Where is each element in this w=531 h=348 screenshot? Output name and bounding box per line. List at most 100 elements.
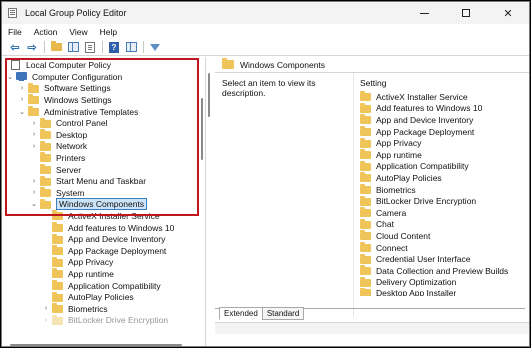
menu-help[interactable]: Help [100,27,117,37]
folder-icon [360,102,372,113]
folder-icon [360,276,372,287]
setting-label: Camera [376,207,407,218]
tree-item-label: Application Compatibility [68,280,161,291]
menu-view[interactable]: View [69,27,87,37]
toolbar-separator [44,41,45,53]
setting-row[interactable]: Biometrics [360,184,416,196]
setting-row[interactable]: Connect [360,242,408,254]
properties-button[interactable] [83,40,97,54]
folder-icon [52,256,64,267]
setting-row[interactable]: Credential User Interface [360,253,471,265]
scroll-thumb[interactable] [201,98,203,160]
setting-row[interactable]: Cloud Content [360,230,430,242]
tree-item-application-compatibility[interactable]: Application Compatibility [50,280,161,292]
setting-label: App and Device Inventory [376,114,474,125]
up-folder-button[interactable] [49,40,63,54]
tree-item-app-package-deployment[interactable]: App Package Deployment [50,245,166,257]
collapsed-chevron-icon[interactable]: › [42,317,50,324]
tree-item-label: Add features to Windows 10 [68,222,175,233]
setting-label: BitLocker Drive Encryption [376,196,477,207]
help-icon: ? [109,41,119,53]
folder-icon [52,222,64,233]
tree-item-app-device-inventory[interactable]: App and Device Inventory [50,233,165,245]
setting-row[interactable]: App Package Deployment [360,126,474,138]
setting-row[interactable]: Camera [360,207,406,219]
setting-row[interactable]: ActiveX Installer Service [360,91,468,103]
setting-row[interactable]: Add features to Windows 10 [360,102,482,115]
view-icon [125,42,137,52]
tree-horizontal-scrollbar[interactable] [10,344,182,346]
extended-view-button[interactable] [124,40,138,54]
setting-label: App runtime [376,149,422,160]
menu-file[interactable]: File [8,27,22,37]
tree-item-label: AutoPlay Policies [68,292,134,303]
title-bar: Local Group Policy Editor ✕ [2,2,529,24]
tree-item-label: App and Device Inventory [68,234,166,245]
folder-icon [52,280,64,291]
column-divider [353,73,354,317]
tree-item-autoplay-policies[interactable]: AutoPlay Policies [50,291,134,303]
setting-label: ActiveX Installer Service [376,91,468,102]
filter-button[interactable] [148,40,162,54]
setting-row[interactable]: Data Collection and Preview Builds [360,265,508,277]
tree-item-add-features[interactable]: Add features to Windows 10 [50,222,174,234]
setting-row[interactable]: AutoPlay Policies [360,172,442,184]
window-title: Local Group Policy Editor [25,8,127,18]
forward-arrow-icon[interactable]: ⇨ [25,40,39,54]
back-arrow-icon[interactable]: ⇦ [8,40,22,54]
folder-icon [360,288,372,297]
folder-icon [52,233,64,244]
maximize-button[interactable] [445,2,487,24]
details-title: Windows Components [240,59,326,70]
tree-item-label: App Privacy [68,257,114,268]
tree-item-bitlocker[interactable]: › BitLocker Drive Encryption [42,314,169,327]
folder-icon [52,268,64,279]
folder-icon [360,207,372,218]
close-button[interactable]: ✕ [487,2,529,24]
menu-bar: File Action View Help [2,24,529,39]
filter-icon [150,43,160,51]
menu-action[interactable]: Action [34,27,58,37]
setting-row[interactable]: App Privacy [360,137,421,149]
folder-icon [360,172,372,183]
details-pane: Windows Components Select an item to vie… [208,57,529,346]
folder-icon [360,126,372,137]
description-text: Select an item to view its description. [222,78,316,98]
setting-row[interactable]: BitLocker Drive Encryption [360,195,476,207]
window-controls: ✕ [403,2,529,24]
folder-icon [360,230,372,241]
show-hide-tree-button[interactable] [66,40,80,54]
highlight-box [5,58,199,216]
setting-row[interactable]: App and Device Inventory [360,114,473,126]
setting-row[interactable]: Delivery Optimization [360,276,456,289]
tree-item-app-runtime[interactable]: App runtime [50,268,114,280]
folder-icon [360,149,372,160]
setting-row[interactable]: Desktop App Installer [360,288,456,297]
toolbar-separator [143,41,144,53]
setting-label: Biometrics [376,184,416,195]
minimize-button[interactable] [403,2,445,24]
tree-item-label: BitLocker Drive Encryption [68,315,169,326]
folder-icon [360,114,372,125]
details-header: Windows Components [215,57,529,73]
setting-label: Data Collection and Preview Builds [376,265,509,276]
folder-icon [360,253,372,264]
setting-row[interactable]: App runtime [360,149,422,161]
tree-item-app-privacy[interactable]: App Privacy [50,256,114,269]
tree-vertical-scrollbar[interactable] [199,57,205,346]
tab-standard[interactable]: Standard [261,307,305,320]
setting-label: Cloud Content [376,230,431,241]
status-bar [215,322,529,334]
setting-column-header[interactable]: Setting [360,78,386,88]
help-button[interactable]: ? [107,40,121,54]
setting-row[interactable]: Application Compatibility [360,160,469,173]
folder-icon [360,91,372,102]
folder-icon [52,245,64,256]
setting-label: Connect [376,242,408,253]
tree-item-biometrics[interactable]: › Biometrics [42,303,108,315]
folder-icon [360,195,372,206]
collapsed-chevron-icon[interactable]: › [42,305,50,312]
tab-extended[interactable]: Extended [219,307,263,320]
setting-row[interactable]: Chat [360,218,394,231]
pane-splitter-scrollbar[interactable] [208,73,210,117]
